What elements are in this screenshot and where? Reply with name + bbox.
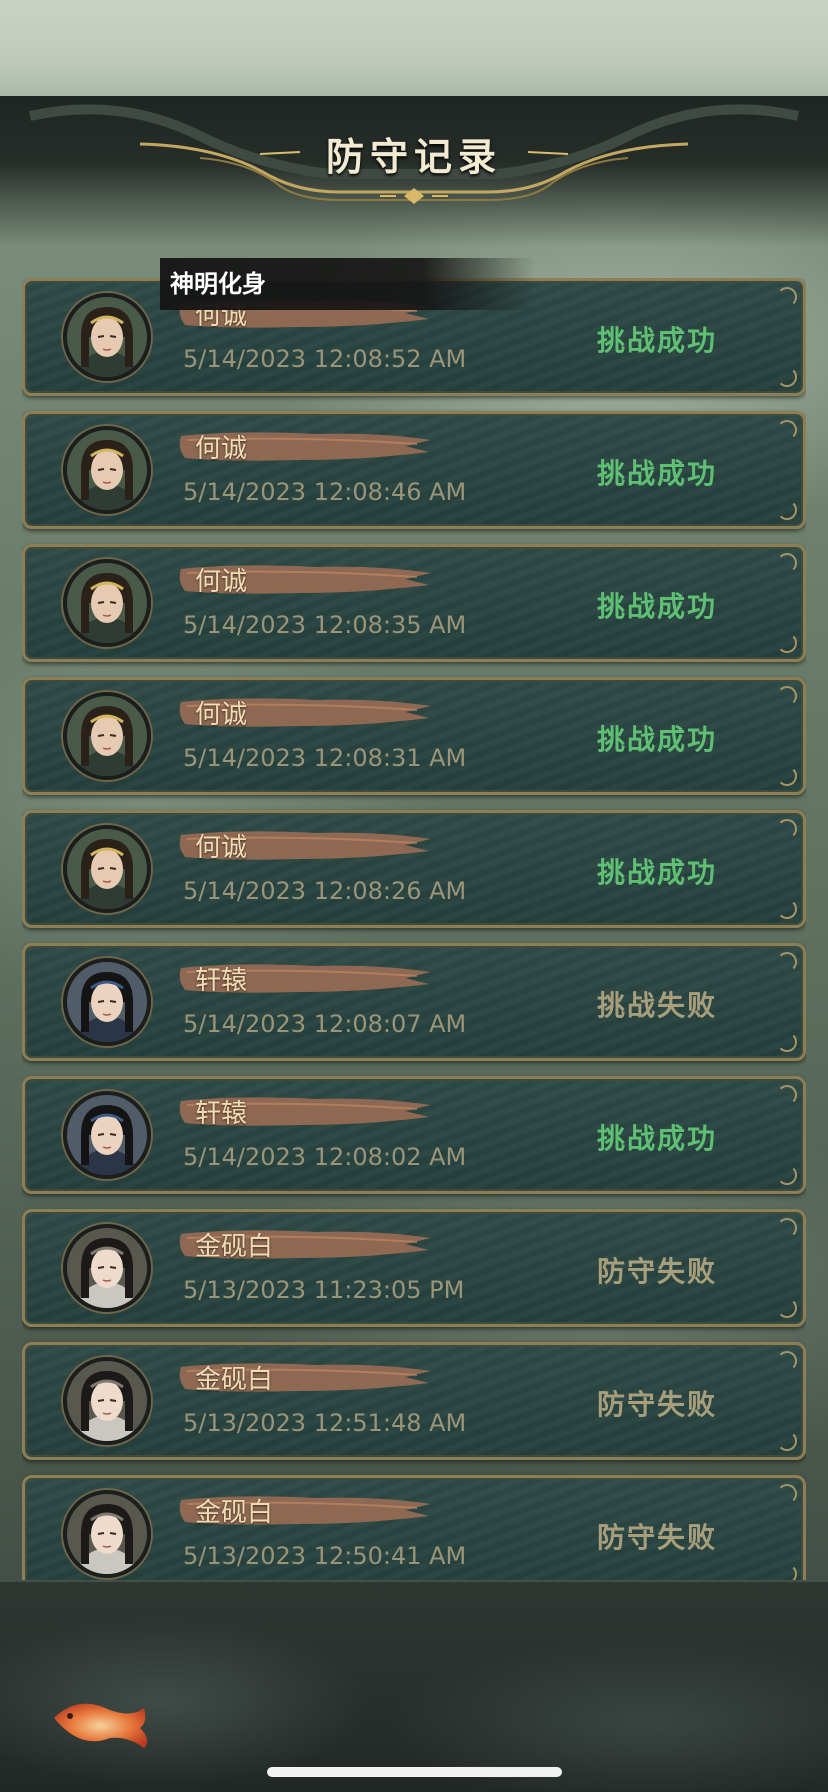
result-status: 挑战成功	[596, 590, 717, 623]
defense-record-list[interactable]: 何诚 5/14/2023 12:08:52 AM 挑战成功 何诚 5/14/2023 1…	[22, 278, 806, 1580]
corner-ornament	[777, 1564, 797, 1580]
opponent-avatar[interactable]	[63, 958, 151, 1046]
corner-ornament	[777, 1218, 797, 1238]
result-status: 挑战成功	[596, 1122, 717, 1155]
record-timestamp: 5/13/2023 12:51:48 AM	[183, 1409, 467, 1437]
result-status: 防守失败	[596, 1521, 717, 1554]
result-status: 防守失败	[596, 1255, 717, 1288]
bottom-backdrop	[0, 1582, 828, 1792]
opponent-avatar[interactable]	[63, 559, 151, 647]
record-timestamp: 5/13/2023 12:50:41 AM	[183, 1542, 467, 1570]
opponent-name: 何诚	[195, 434, 248, 464]
record-timestamp: 5/14/2023 12:08:07 AM	[183, 1010, 467, 1038]
record-timestamp: 5/14/2023 12:08:35 AM	[183, 611, 467, 639]
opponent-name: 何诚	[195, 833, 248, 863]
opponent-name: 金砚白	[195, 1232, 274, 1262]
result-status: 挑战失败	[596, 989, 717, 1022]
opponent-avatar[interactable]	[63, 1490, 151, 1578]
record-timestamp: 5/14/2023 12:08:02 AM	[183, 1143, 467, 1171]
opponent-name: 轩辕	[195, 966, 248, 996]
opponent-avatar[interactable]	[63, 426, 151, 514]
opponent-name: 金砚白	[195, 1365, 274, 1395]
record-card[interactable]: 轩辕 5/14/2023 12:08:02 AM 挑战成功	[22, 1076, 806, 1194]
title-banner: 防守记录	[0, 96, 828, 246]
corner-ornament	[777, 952, 797, 972]
corner-ornament	[777, 819, 797, 839]
opponent-name: 何诚	[195, 700, 248, 730]
corner-ornament	[777, 553, 797, 573]
opponent-avatar[interactable]	[63, 692, 151, 780]
page-title: 防守记录	[325, 135, 502, 179]
corner-ornament	[777, 1298, 797, 1318]
result-status: 挑战成功	[596, 324, 717, 357]
opponent-name: 何诚	[195, 567, 248, 597]
corner-ornament	[777, 899, 797, 919]
corner-ornament	[777, 766, 797, 786]
corner-ornament	[777, 367, 797, 387]
corner-ornament	[777, 287, 797, 307]
opponent-avatar[interactable]	[63, 1357, 151, 1445]
corner-ornament	[777, 633, 797, 653]
player-title-tag: 神明化身	[160, 258, 535, 310]
record-card[interactable]: 轩辕 5/14/2023 12:08:07 AM 挑战失败	[22, 943, 806, 1061]
corner-ornament	[777, 1085, 797, 1105]
corner-ornament	[777, 1431, 797, 1451]
opponent-avatar[interactable]	[63, 825, 151, 913]
record-timestamp: 5/13/2023 11:23:05 PM	[183, 1276, 465, 1304]
record-card[interactable]: 金砚白 5/13/2023 11:23:05 PM 防守失败	[22, 1209, 806, 1327]
result-status: 防守失败	[596, 1388, 717, 1421]
record-card[interactable]: 金砚白 5/13/2023 12:50:41 AM 防守失败	[22, 1475, 806, 1580]
opponent-avatar[interactable]	[63, 1091, 151, 1179]
opponent-avatar[interactable]	[63, 293, 151, 381]
corner-ornament	[777, 1351, 797, 1371]
corner-ornament	[777, 1165, 797, 1185]
record-card[interactable]: 何诚 5/14/2023 12:08:26 AM 挑战成功	[22, 810, 806, 928]
corner-ornament	[777, 686, 797, 706]
opponent-name: 轩辕	[195, 1099, 248, 1129]
record-timestamp: 5/14/2023 12:08:52 AM	[183, 345, 467, 373]
result-status: 挑战成功	[596, 723, 717, 756]
koi-fish-icon[interactable]	[48, 1688, 158, 1758]
opponent-name: 金砚白	[195, 1498, 274, 1528]
record-timestamp: 5/14/2023 12:08:31 AM	[183, 744, 467, 772]
record-card[interactable]: 金砚白 5/13/2023 12:51:48 AM 防守失败	[22, 1342, 806, 1460]
opponent-avatar[interactable]	[63, 1224, 151, 1312]
record-card[interactable]: 何诚 5/14/2023 12:08:35 AM 挑战成功	[22, 544, 806, 662]
corner-ornament	[777, 1032, 797, 1052]
result-status: 挑战成功	[596, 457, 717, 490]
corner-ornament	[777, 1484, 797, 1504]
top-backdrop	[0, 0, 828, 100]
corner-ornament	[777, 420, 797, 440]
home-indicator[interactable]	[267, 1767, 562, 1777]
record-timestamp: 5/14/2023 12:08:46 AM	[183, 478, 467, 506]
corner-ornament	[777, 500, 797, 520]
record-timestamp: 5/14/2023 12:08:26 AM	[183, 877, 467, 905]
record-card[interactable]: 何诚 5/14/2023 12:08:46 AM 挑战成功	[22, 411, 806, 529]
record-card[interactable]: 何诚 5/14/2023 12:08:31 AM 挑战成功	[22, 677, 806, 795]
result-status: 挑战成功	[596, 856, 717, 889]
